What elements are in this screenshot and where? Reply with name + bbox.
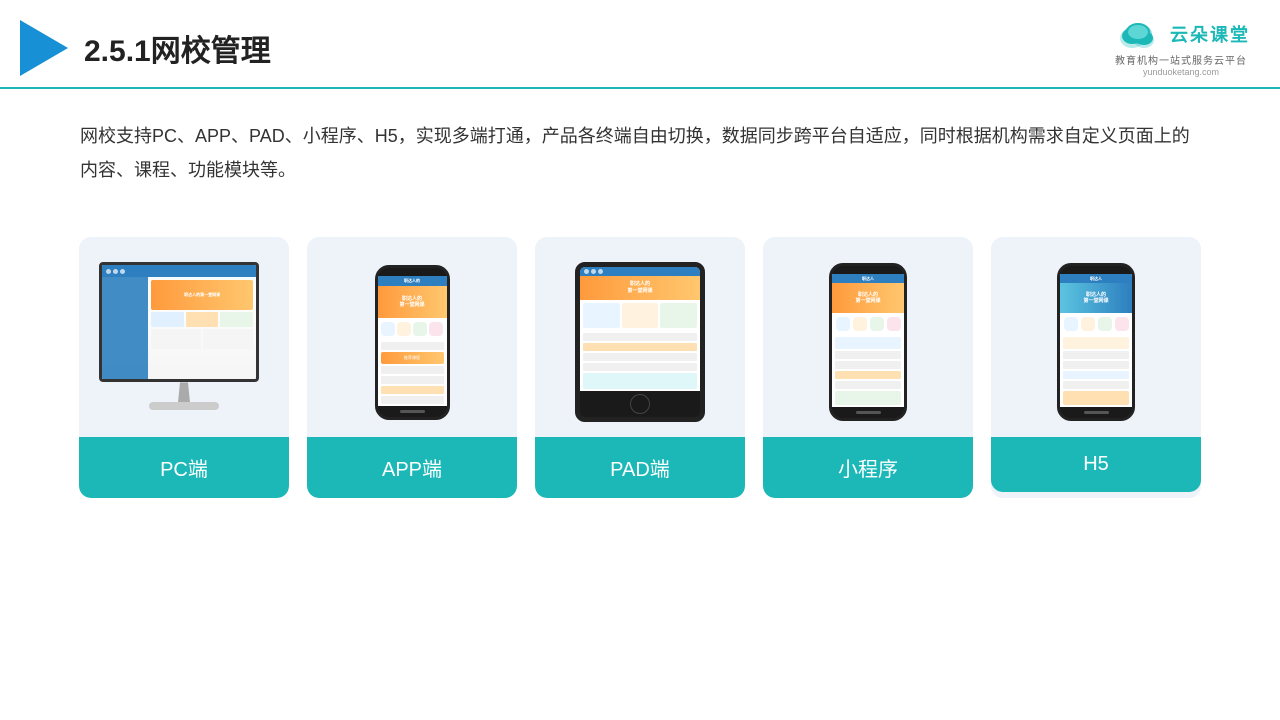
card-pad-image: 职达人的第一堂网课 [535, 237, 745, 437]
card-miniapp-label: 小程序 [763, 437, 973, 498]
card-app-label: APP端 [307, 437, 517, 498]
card-pc: 职达人的第一堂网课 [79, 237, 289, 498]
card-app: 职达人的 职达人的第一堂网课 推荐课程 [307, 237, 517, 498]
phone-device-h5: 职达人 职达人的第一堂网课 [1057, 263, 1135, 421]
card-pc-label: PC端 [79, 437, 289, 498]
header-left: 2.5.1网校管理 [20, 20, 271, 76]
card-pad: 职达人的第一堂网课 [535, 237, 745, 498]
cloud-logo-icon [1112, 18, 1164, 50]
card-h5: 职达人 职达人的第一堂网课 [991, 237, 1201, 498]
tablet-device: 职达人的第一堂网课 [575, 262, 705, 422]
logo-text: 云朵课堂 [1170, 21, 1250, 47]
card-h5-label: H5 [991, 437, 1201, 492]
header: 2.5.1网校管理 云朵课堂 教育机构一站式服务云平台 yunduoketang… [0, 0, 1280, 89]
description-text: 网校支持PC、APP、PAD、小程序、H5，实现多端打通，产品各终端自由切换，数… [80, 119, 1200, 187]
card-miniapp-image: 职达人 职达人的第一堂网课 [763, 237, 973, 437]
card-pad-label: PAD端 [535, 437, 745, 498]
card-pc-image: 职达人的第一堂网课 [79, 237, 289, 437]
logo-url: yunduoketang.com [1143, 67, 1219, 77]
page-title: 2.5.1网校管理 [84, 26, 271, 70]
logo-area: 云朵课堂 教育机构一站式服务云平台 yunduoketang.com [1112, 18, 1250, 77]
cards-container: 职达人的第一堂网课 [0, 207, 1280, 498]
card-miniapp: 职达人 职达人的第一堂网课 [763, 237, 973, 498]
card-app-image: 职达人的 职达人的第一堂网课 推荐课程 [307, 237, 517, 437]
monitor-device: 职达人的第一堂网课 [99, 262, 269, 422]
card-h5-image: 职达人 职达人的第一堂网课 [991, 237, 1201, 437]
phone-device-app: 职达人的 职达人的第一堂网课 推荐课程 [375, 265, 450, 420]
logo-cloud: 云朵课堂 [1112, 18, 1250, 50]
description: 网校支持PC、APP、PAD、小程序、H5，实现多端打通，产品各终端自由切换，数… [0, 89, 1280, 197]
monitor-screen: 职达人的第一堂网课 [99, 262, 259, 382]
play-icon [20, 20, 68, 76]
logo-tagline: 教育机构一站式服务云平台 [1115, 52, 1247, 67]
phone-device-miniapp: 职达人 职达人的第一堂网课 [829, 263, 907, 421]
